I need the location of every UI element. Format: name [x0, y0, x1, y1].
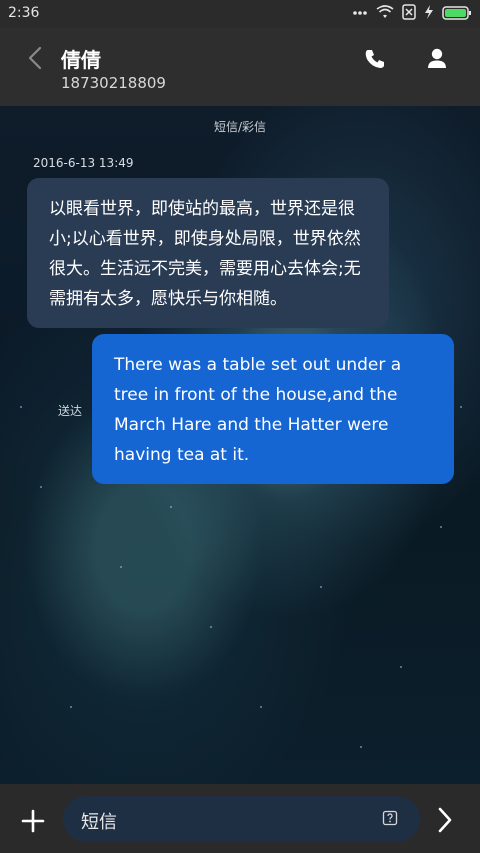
chevron-left-icon — [28, 46, 42, 70]
back-button[interactable] — [22, 44, 50, 72]
person-icon — [428, 48, 446, 68]
conversation-header: 倩倩 18730218809 — [0, 28, 480, 106]
phone-icon — [365, 50, 384, 68]
message-input-placeholder: 短信 — [81, 812, 117, 833]
chat-area[interactable]: 短信/彩信 2016-6-13 13:49 以眼看世界，即使站的最高，世界还是很… — [0, 106, 480, 784]
more-dots-icon — [352, 4, 368, 24]
outgoing-message-bubble[interactable]: There was a table set out under a tree i… — [92, 334, 454, 484]
chevron-right-icon — [438, 807, 452, 833]
help-question-icon — [382, 810, 398, 826]
wifi-icon — [376, 4, 394, 24]
messaging-screen: 2:36 倩倩 18730218809 短信/彩信 2016-6-13 13:4… — [0, 0, 480, 853]
incoming-message-bubble[interactable]: 以眼看世界，即使站的最高，世界还是很小;以心看世界，即使身处局限，世界依然很大。… — [27, 178, 389, 328]
send-button[interactable] — [434, 806, 456, 834]
message-input[interactable]: 短信 — [63, 796, 420, 842]
compose-bar: 短信 — [0, 784, 480, 853]
incoming-message-text: 以眼看世界，即使站的最高，世界还是很小;以心看世界，即使身处局限，世界依然很大。… — [49, 199, 361, 309]
contact-name: 倩倩 — [61, 48, 101, 72]
status-bar: 2:36 — [0, 0, 480, 28]
sim-x-icon — [402, 4, 416, 24]
charging-icon — [424, 4, 434, 24]
call-button[interactable] — [362, 46, 388, 72]
outgoing-message-text: There was a table set out under a tree i… — [114, 355, 402, 465]
message-mode-label: 短信/彩信 — [213, 120, 267, 134]
battery-icon — [442, 5, 472, 24]
message-timestamp: 2016-6-13 13:49 — [33, 156, 134, 170]
attach-button[interactable] — [20, 808, 46, 834]
status-icons — [352, 4, 472, 24]
delivery-status: 送达 — [58, 404, 83, 418]
status-time: 2:36 — [8, 5, 40, 21]
emoji-button[interactable] — [382, 810, 400, 828]
contact-profile-button[interactable] — [424, 46, 450, 72]
contact-number: 18730218809 — [61, 74, 166, 92]
plus-icon — [21, 809, 45, 833]
